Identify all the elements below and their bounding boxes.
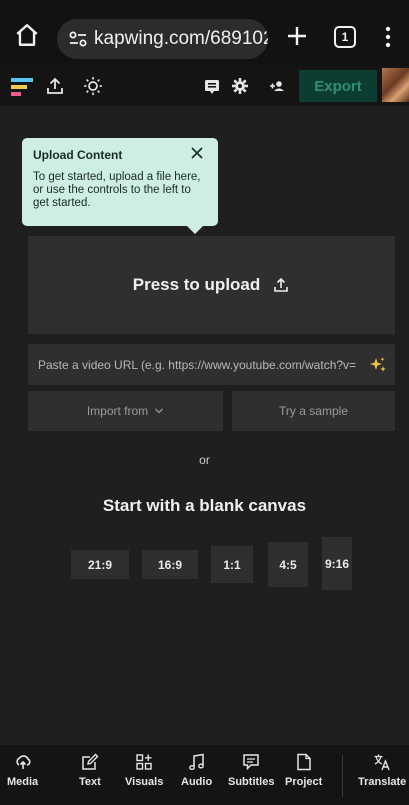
ratio-21-9-button[interactable]: 21:9 bbox=[71, 550, 129, 579]
nav-subtitles[interactable]: Subtitles bbox=[228, 753, 274, 788]
close-icon[interactable] bbox=[190, 146, 204, 160]
sparkle-icon[interactable] bbox=[369, 356, 387, 374]
nav-text-label: Text bbox=[79, 776, 101, 788]
video-url-field bbox=[28, 344, 395, 385]
nav-media-label: Media bbox=[7, 776, 39, 788]
nav-translate[interactable]: Translate bbox=[358, 753, 406, 788]
gear-icon[interactable] bbox=[229, 75, 251, 97]
translate-icon bbox=[374, 754, 390, 771]
nav-divider bbox=[342, 755, 343, 797]
site-settings-icon[interactable] bbox=[68, 29, 88, 49]
comment-icon[interactable] bbox=[201, 75, 223, 97]
lightbulb-icon[interactable] bbox=[82, 75, 104, 97]
blank-canvas-title: Start with a blank canvas bbox=[102, 496, 307, 515]
chevron-down-icon bbox=[155, 408, 164, 414]
file-icon bbox=[296, 753, 311, 771]
try-sample-button[interactable]: Try a sample bbox=[232, 391, 395, 431]
bottom-nav: Media Text Visuals Audio Subtitles Proje… bbox=[0, 745, 409, 805]
more-menu-icon[interactable] bbox=[384, 26, 392, 48]
avatar[interactable] bbox=[382, 68, 409, 102]
home-icon[interactable] bbox=[14, 22, 40, 48]
kapwing-logo-icon[interactable] bbox=[11, 78, 33, 96]
browser-bar: kapwing.com/689102̇ 1 bbox=[0, 0, 409, 66]
or-divider: or bbox=[199, 453, 210, 467]
new-tab-icon[interactable] bbox=[285, 24, 309, 48]
tab-count: 1 bbox=[341, 30, 349, 44]
media-upload-icon bbox=[15, 755, 31, 769]
tooltip-title: Upload Content bbox=[33, 148, 123, 162]
ratio-1-1-button[interactable]: 1:1 bbox=[211, 546, 253, 583]
subtitles-icon bbox=[243, 754, 259, 771]
tab-switcher-button[interactable]: 1 bbox=[334, 26, 356, 48]
tooltip-body: To get started, upload a file here, or u… bbox=[33, 171, 201, 209]
upload-icon[interactable] bbox=[44, 75, 66, 97]
upload-tooltip: Upload Content To get started, upload a … bbox=[22, 138, 218, 234]
upload-icon bbox=[274, 277, 289, 292]
upload-dropzone[interactable]: Press to upload bbox=[28, 236, 395, 334]
visuals-grid-icon bbox=[136, 754, 152, 770]
nav-text[interactable]: Text bbox=[79, 753, 101, 788]
address-bar[interactable]: kapwing.com/689102̇ bbox=[57, 19, 268, 59]
nav-project-label: Project bbox=[285, 776, 323, 788]
import-from-button[interactable]: Import from bbox=[28, 391, 223, 431]
nav-media[interactable]: Media bbox=[7, 753, 38, 788]
nav-audio[interactable]: Audio bbox=[181, 753, 212, 788]
add-user-icon[interactable] bbox=[266, 75, 288, 97]
video-url-input[interactable] bbox=[28, 344, 369, 385]
upload-label: Press to upload bbox=[132, 275, 261, 294]
app-toolbar: Export bbox=[0, 66, 409, 106]
ratio-16-9-button[interactable]: 16:9 bbox=[142, 550, 198, 579]
music-note-icon bbox=[188, 753, 204, 770]
nav-audio-label: Audio bbox=[181, 776, 213, 788]
url-text[interactable]: kapwing.com/689102̇ bbox=[94, 28, 268, 50]
import-from-label: Import from bbox=[86, 404, 149, 418]
nav-project[interactable]: Project bbox=[285, 753, 322, 788]
nav-subtitles-label: Subtitles bbox=[228, 776, 275, 788]
nav-visuals-label: Visuals bbox=[125, 776, 164, 788]
edit-text-icon bbox=[82, 753, 99, 770]
nav-translate-label: Translate bbox=[358, 776, 407, 788]
ratio-4-5-button[interactable]: 4:5 bbox=[268, 542, 308, 587]
nav-visuals[interactable]: Visuals bbox=[125, 753, 163, 788]
ratio-9-16-button[interactable]: 9:16 bbox=[322, 537, 352, 590]
export-button[interactable]: Export bbox=[299, 70, 377, 102]
